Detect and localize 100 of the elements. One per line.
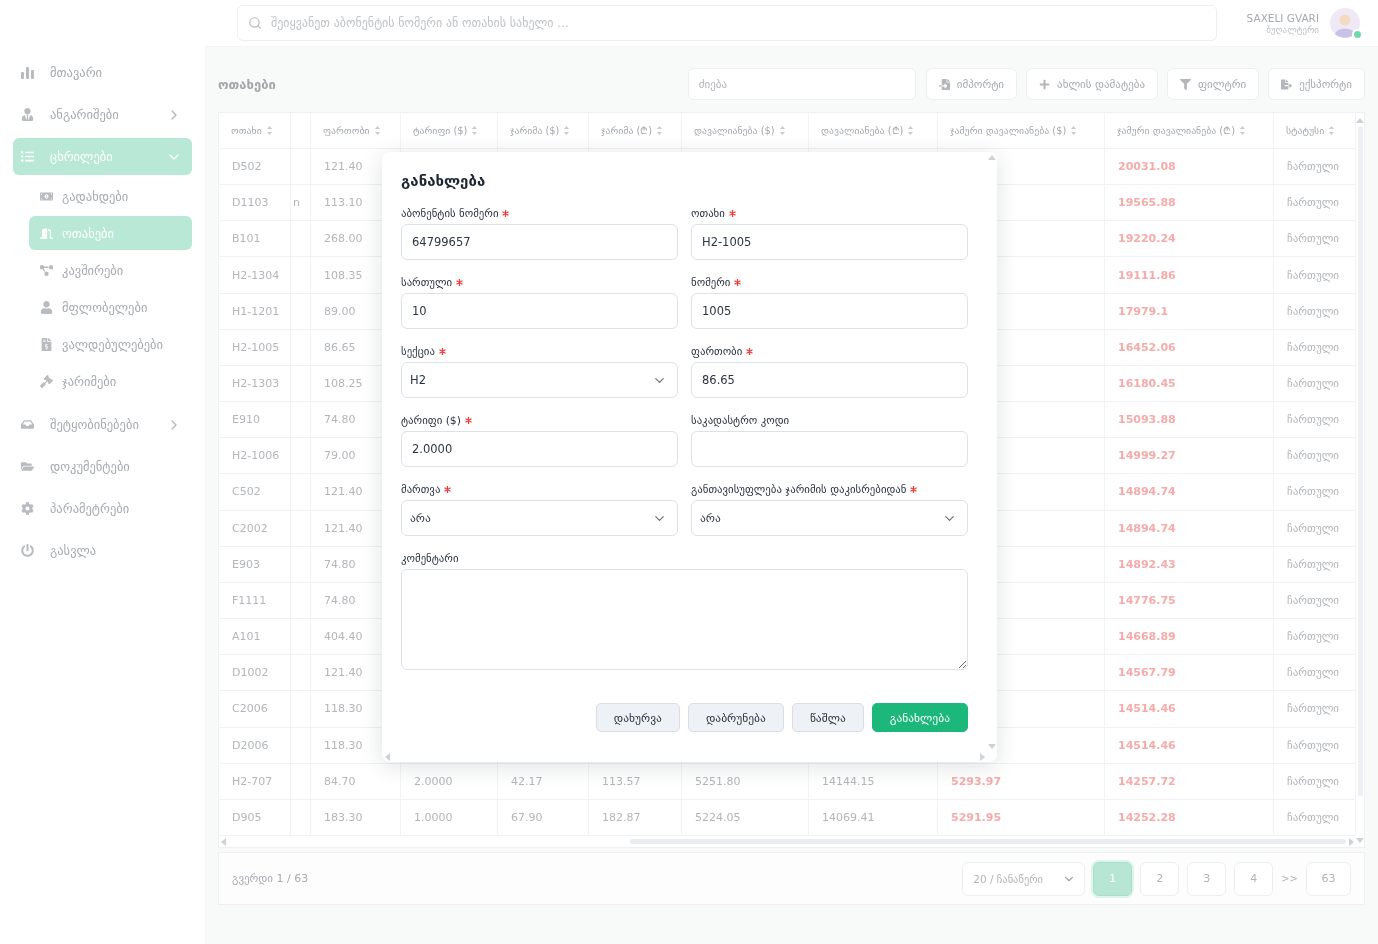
toolbar-button[interactable]: ფილტრი bbox=[1167, 68, 1260, 100]
search-field[interactable]: შეიყვანეთ აბონენტის ნომერი ან ოთახის სახელი ... bbox=[237, 5, 1217, 41]
table-cell: ჩართული bbox=[1274, 582, 1356, 619]
text-input[interactable]: 64799657 bbox=[401, 224, 678, 260]
sort-icon[interactable] bbox=[1240, 126, 1245, 135]
column-header[interactable]: ტარიფი ($) bbox=[401, 113, 498, 148]
sidebar-subitem[interactable]: ოთახები bbox=[29, 216, 192, 250]
page-button[interactable]: 4 bbox=[1234, 861, 1274, 896]
field-label: საკადასტრო კოდი bbox=[691, 413, 790, 427]
column-header[interactable]: ჯარიმა (₾) bbox=[589, 113, 682, 148]
sort-icon[interactable] bbox=[657, 126, 663, 135]
table-cell: 19220.24 bbox=[1105, 221, 1274, 257]
scroll-right-arrow-icon[interactable] bbox=[980, 753, 985, 761]
table-cell: 19565.88 bbox=[1105, 185, 1274, 221]
scroll-down-arrow-icon[interactable] bbox=[1356, 838, 1364, 843]
sidebar-item[interactable]: პარამეტრები bbox=[13, 490, 192, 527]
page-button[interactable]: 3 bbox=[1187, 861, 1227, 896]
scroll-up-arrow-icon[interactable] bbox=[988, 155, 996, 160]
column-header[interactable]: სტატუსი bbox=[1274, 113, 1356, 148]
table-cell: 16180.45 bbox=[1105, 365, 1274, 402]
sort-icon[interactable] bbox=[908, 126, 914, 135]
text-input[interactable]: 2.0000 bbox=[401, 431, 678, 467]
table-cell: ჩართული bbox=[1274, 546, 1356, 582]
secondary-button[interactable]: დაბრუნება bbox=[687, 703, 784, 732]
text-input[interactable] bbox=[691, 431, 968, 467]
sort-icon[interactable] bbox=[564, 126, 570, 135]
column-header[interactable]: დავალიანება ($) bbox=[682, 113, 809, 148]
scroll-down-arrow-icon[interactable] bbox=[988, 744, 996, 749]
comment-textarea[interactable] bbox=[401, 569, 968, 670]
sidebar-subitem[interactable]: მფლობელები bbox=[29, 290, 192, 324]
table-cell: ჩართული bbox=[1274, 438, 1356, 474]
scroll-up-arrow-icon[interactable] bbox=[1356, 118, 1364, 123]
table-cell: 15093.88 bbox=[1105, 402, 1274, 438]
search-field[interactable]: ძიება bbox=[687, 68, 916, 100]
text-input[interactable]: H2-1005 bbox=[691, 224, 968, 260]
table-cell: D1002 bbox=[219, 655, 291, 691]
table-cell: H1-1201 bbox=[219, 293, 291, 329]
sort-icon[interactable] bbox=[472, 126, 478, 135]
text-input[interactable]: 10 bbox=[401, 293, 678, 329]
toolbar-button[interactable]: ექსპორტი bbox=[1268, 68, 1365, 100]
table-cell: 14252.28 bbox=[1105, 799, 1274, 835]
table-cell: 16452.06 bbox=[1105, 329, 1274, 365]
column-header[interactable]: ფართობი bbox=[311, 113, 401, 148]
secondary-button[interactable]: დახურვა bbox=[595, 703, 680, 732]
select-field[interactable]: H2 bbox=[401, 362, 678, 398]
page-size-select[interactable]: 20 / ჩანაწერი bbox=[962, 861, 1086, 896]
table-cell: 14567.79 bbox=[1105, 655, 1274, 691]
sidebar-item[interactable]: ანგარიშები bbox=[13, 96, 192, 133]
table-cell: ჩართული bbox=[1274, 365, 1356, 402]
toolbar-button[interactable]: იმპორტი bbox=[925, 68, 1018, 100]
column-header[interactable]: ჯარიმა ($) bbox=[498, 113, 589, 148]
page-button[interactable]: 1 bbox=[1093, 861, 1133, 896]
secondary-button[interactable]: წაშლა bbox=[791, 703, 864, 732]
table-cell: ჩართული bbox=[1274, 221, 1356, 257]
sort-icon[interactable] bbox=[1329, 126, 1335, 135]
select-field[interactable]: არა bbox=[401, 500, 678, 536]
text-input[interactable]: 1005 bbox=[691, 293, 968, 329]
select-field[interactable]: არა bbox=[691, 500, 968, 536]
column-header[interactable]: ოთახი bbox=[219, 113, 291, 148]
table-cell: 5224.05 bbox=[682, 799, 809, 835]
sidebar-item[interactable]: დოკუმენტები bbox=[13, 448, 192, 485]
sidebar-item[interactable]: შეტყობინებები bbox=[13, 406, 192, 443]
sidebar-item[interactable]: მთავარი bbox=[13, 54, 192, 91]
sidebar-item[interactable]: გასვლა bbox=[13, 532, 192, 569]
page-button[interactable]: 63 bbox=[1306, 861, 1351, 896]
sidebar-item[interactable]: ცხრილები bbox=[13, 138, 192, 175]
field-label: ნომერი bbox=[691, 275, 731, 289]
user-tie-icon bbox=[21, 108, 34, 121]
column-header[interactable]: ჯამური დავალიანება ($) bbox=[938, 113, 1105, 148]
sidebar-subitem[interactable]: კავშირები bbox=[29, 253, 192, 287]
scroll-left-arrow-icon[interactable] bbox=[221, 837, 226, 846]
table-cell: 14514.46 bbox=[1105, 727, 1274, 763]
table-cell: ჩართული bbox=[1274, 474, 1356, 510]
field-label: ოთახი bbox=[691, 206, 725, 220]
table-cell: 113.57 bbox=[589, 763, 682, 799]
sort-icon[interactable] bbox=[266, 126, 272, 135]
sidebar-subitem[interactable]: ჯარიმები bbox=[29, 364, 192, 398]
table-cell: 1.0000 bbox=[401, 799, 498, 835]
field-label: კომენტარი bbox=[401, 551, 459, 565]
table-cell: A101 bbox=[219, 619, 291, 655]
sort-icon[interactable] bbox=[374, 126, 380, 135]
primary-button[interactable]: განახლება bbox=[871, 703, 968, 732]
table-cell: H2-1006 bbox=[219, 438, 291, 474]
column-header[interactable]: დავალიანება (₾) bbox=[809, 113, 938, 148]
sort-icon[interactable] bbox=[779, 126, 785, 135]
field-label: აბონენტის ნომერი bbox=[401, 206, 499, 220]
table-cell: 183.30 bbox=[311, 799, 401, 835]
table-cell: ჩართული bbox=[1274, 329, 1356, 365]
page-button[interactable]: 2 bbox=[1140, 861, 1180, 896]
table-cell: 14892.43 bbox=[1105, 546, 1274, 582]
sidebar-subitem[interactable]: ვალდებულებები bbox=[29, 327, 192, 361]
sidebar-subitem[interactable]: გადახდები bbox=[29, 179, 192, 213]
toolbar-button[interactable]: ახლის დამატება bbox=[1026, 68, 1158, 100]
scroll-left-arrow-icon[interactable] bbox=[385, 753, 390, 761]
text-input[interactable]: 86.65 bbox=[691, 362, 968, 398]
more-pages-link[interactable]: >> bbox=[1281, 873, 1298, 884]
scroll-right-arrow-icon[interactable] bbox=[1349, 837, 1354, 846]
column-header[interactable]: ჯამური დავალიანება (₾) bbox=[1105, 113, 1274, 148]
avatar-icon[interactable] bbox=[1330, 8, 1360, 38]
sort-icon[interactable] bbox=[1071, 126, 1077, 135]
